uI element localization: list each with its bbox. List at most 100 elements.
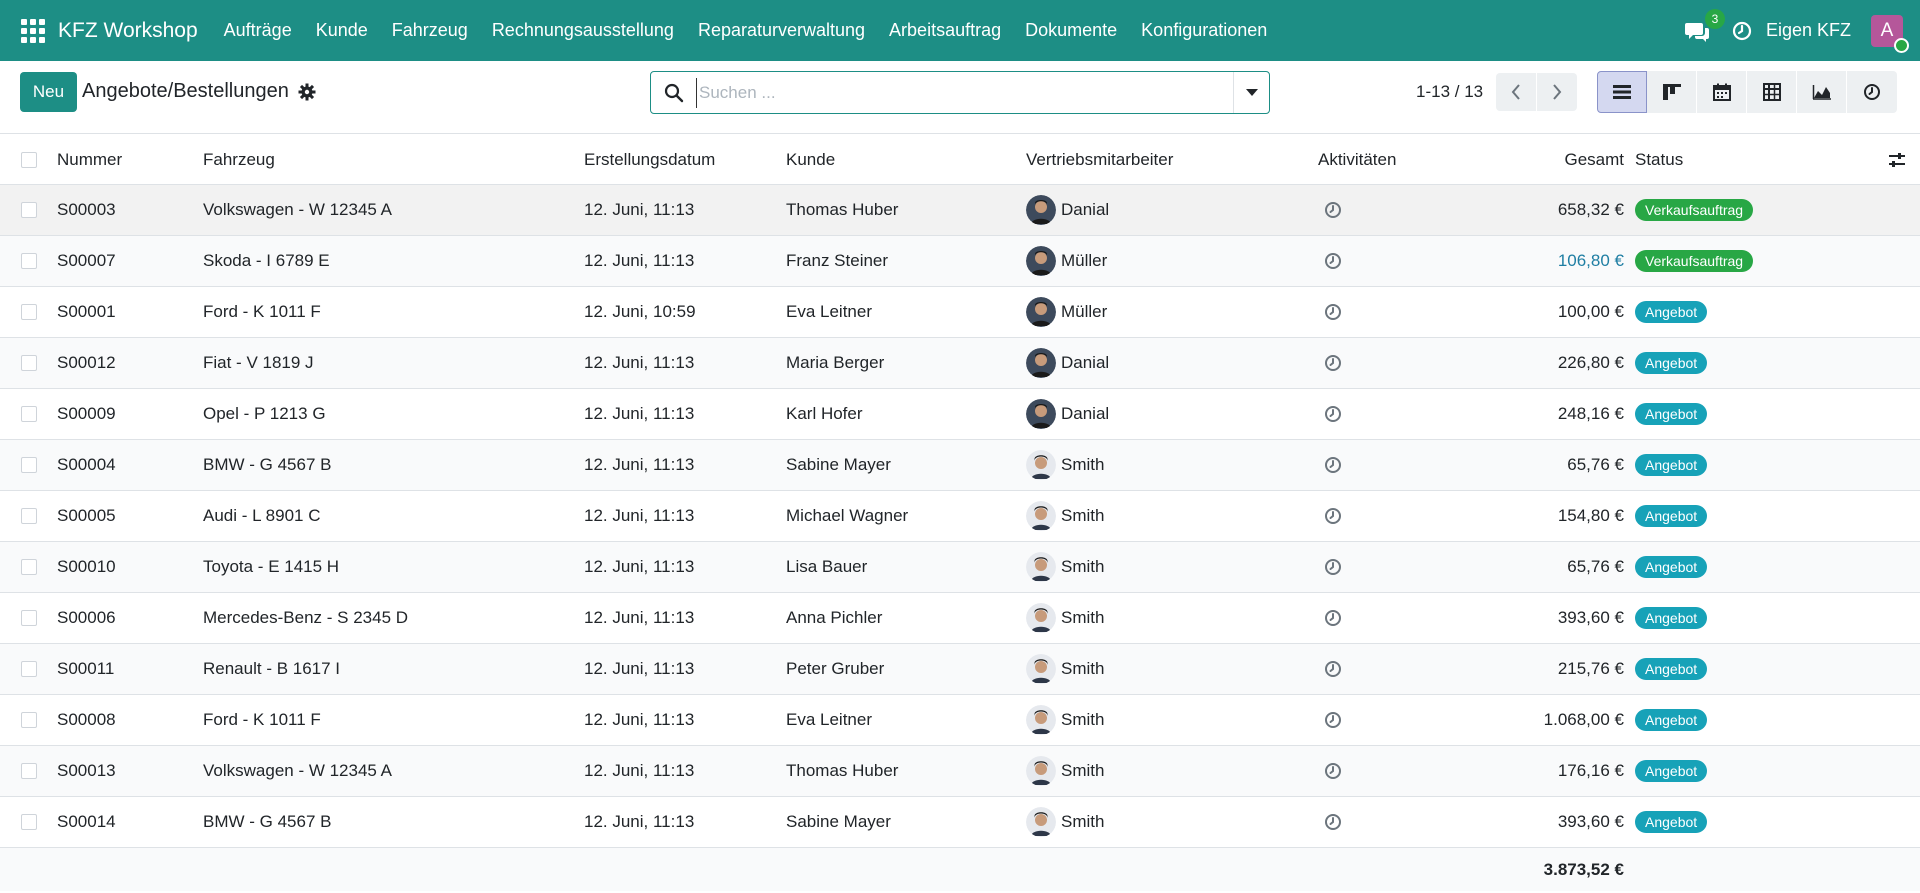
activity-clock-icon[interactable]	[1324, 813, 1342, 831]
optional-columns-toggle[interactable]	[1888, 135, 1906, 184]
salesperson-avatar[interactable]	[1026, 603, 1056, 633]
activity-view-button[interactable]	[1847, 71, 1897, 113]
app-name[interactable]: KFZ Workshop	[58, 19, 198, 43]
gear-icon[interactable]	[298, 83, 316, 101]
menu-item-fahrzeug[interactable]: Fahrzeug	[380, 20, 480, 41]
pivot-view-button[interactable]	[1747, 71, 1797, 113]
list-view-button[interactable]	[1597, 71, 1647, 113]
menu-item-konfigurationen[interactable]: Konfigurationen	[1129, 20, 1279, 41]
order-number: S00006	[57, 608, 116, 627]
col-header-salesperson[interactable]: Vertriebsmitarbeiter	[1026, 135, 1173, 184]
menu-item-kunde[interactable]: Kunde	[304, 20, 380, 41]
salesperson: Danial	[1026, 338, 1109, 388]
status-badge: Verkaufsauftrag	[1635, 250, 1754, 272]
activity-clock-icon[interactable]	[1324, 405, 1342, 423]
col-header-status[interactable]: Status	[1635, 135, 1683, 184]
table-row[interactable]: S00003 Volkswagen - W 12345 A 12. Juni, 11…	[0, 185, 1920, 236]
status-badge: Angebot	[1635, 301, 1708, 323]
apps-menu-icon[interactable]	[21, 18, 45, 43]
salesperson-avatar[interactable]	[1026, 297, 1056, 327]
col-header-customer[interactable]: Kunde	[786, 135, 835, 184]
table-row[interactable]: S00011 Renault - B 1617 I 12. Juni, 11:13 P…	[0, 644, 1920, 695]
row-checkbox[interactable]	[21, 712, 37, 728]
kanban-view-button[interactable]	[1647, 71, 1697, 113]
salesperson-avatar[interactable]	[1026, 348, 1056, 378]
menu-item-reparaturverwaltung[interactable]: Reparaturverwaltung	[686, 20, 877, 41]
salesperson-avatar[interactable]	[1026, 807, 1056, 837]
customer: Anna Pichler	[786, 608, 883, 627]
menu-item-auftraege[interactable]: Aufträge	[212, 20, 304, 41]
salesperson-avatar[interactable]	[1026, 246, 1056, 276]
salesperson-name: Smith	[1061, 710, 1105, 729]
activity-clock-icon[interactable]	[1324, 711, 1342, 729]
activity-clock-icon[interactable]	[1324, 507, 1342, 525]
col-header-total[interactable]: Gesamt	[1564, 135, 1624, 184]
activity-clock-icon[interactable]	[1324, 252, 1342, 270]
calendar-view-button[interactable]	[1697, 71, 1747, 113]
table-row[interactable]: S00014 BMW - G 4567 B 12. Juni, 11:13 Sabin…	[0, 797, 1920, 848]
chat-icon[interactable]: 3	[1684, 8, 1725, 46]
table-row[interactable]: S00008 Ford - K 1011 F 12. Juni, 11:13 Eva …	[0, 695, 1920, 746]
table-row[interactable]: S00006 Mercedes-Benz - S 2345 D 12. Juni, …	[0, 593, 1920, 644]
table-row[interactable]: S00010 Toyota - E 1415 H 12. Juni, 11:13 Li…	[0, 542, 1920, 593]
table-row[interactable]: S00013 Volkswagen - W 12345 A 12. Juni, 11…	[0, 746, 1920, 797]
table-row[interactable]: S00005 Audi - L 8901 C 12. Juni, 11:13 Mich…	[0, 491, 1920, 542]
user-avatar[interactable]: A	[1871, 14, 1909, 53]
menu-item-rechnungsausstellung[interactable]: Rechnungsausstellung	[480, 20, 686, 41]
customer: Michael Wagner	[786, 506, 909, 525]
col-header-date[interactable]: Erstellungsdatum	[584, 135, 715, 184]
col-header-vehicle[interactable]: Fahrzeug	[203, 135, 275, 184]
activity-clock-icon[interactable]	[1324, 609, 1342, 627]
menu-item-dokumente[interactable]: Dokumente	[1013, 20, 1129, 41]
table-row[interactable]: S00007 Skoda - I 6789 E 12. Juni, 11:13 Fra…	[0, 236, 1920, 287]
search-options-toggle[interactable]	[1233, 72, 1269, 113]
row-checkbox[interactable]	[21, 610, 37, 626]
row-checkbox[interactable]	[21, 406, 37, 422]
row-checkbox[interactable]	[21, 661, 37, 677]
row-checkbox[interactable]	[21, 508, 37, 524]
menu-item-arbeitsauftrag[interactable]: Arbeitsauftrag	[877, 20, 1013, 41]
activity-clock-icon[interactable]	[1732, 21, 1752, 41]
row-checkbox[interactable]	[21, 559, 37, 575]
activity-clock-icon[interactable]	[1324, 303, 1342, 321]
salesperson: Danial	[1026, 389, 1109, 439]
salesperson-name: Smith	[1061, 812, 1105, 831]
company-switcher[interactable]: Eigen KFZ	[1766, 20, 1851, 41]
pager-next-button[interactable]	[1537, 73, 1577, 111]
salesperson-avatar[interactable]	[1026, 501, 1056, 531]
salesperson-avatar[interactable]	[1026, 756, 1056, 786]
row-checkbox[interactable]	[21, 253, 37, 269]
salesperson-avatar[interactable]	[1026, 654, 1056, 684]
row-checkbox[interactable]	[21, 355, 37, 371]
salesperson-avatar[interactable]	[1026, 450, 1056, 480]
row-checkbox[interactable]	[21, 304, 37, 320]
row-checkbox[interactable]	[21, 814, 37, 830]
table-row[interactable]: S00004 BMW - G 4567 B 12. Juni, 11:13 Sabin…	[0, 440, 1920, 491]
activity-clock-icon[interactable]	[1324, 456, 1342, 474]
search-input[interactable]	[696, 77, 1226, 108]
col-header-activities[interactable]: Aktivitäten	[1318, 135, 1396, 184]
activity-clock-icon[interactable]	[1324, 558, 1342, 576]
col-header-number[interactable]: Nummer	[57, 135, 122, 184]
new-button[interactable]: Neu	[20, 72, 77, 112]
salesperson-avatar[interactable]	[1026, 399, 1056, 429]
graph-view-button[interactable]	[1797, 71, 1847, 113]
activity-clock-icon[interactable]	[1324, 660, 1342, 678]
pager-value[interactable]: 1-13 / 13	[1416, 82, 1483, 102]
activity-clock-icon[interactable]	[1324, 201, 1342, 219]
salesperson-avatar[interactable]	[1026, 705, 1056, 735]
row-checkbox[interactable]	[21, 763, 37, 779]
activity-clock-icon[interactable]	[1324, 354, 1342, 372]
status-badge: Angebot	[1635, 403, 1708, 425]
table-row[interactable]: S00001 Ford - K 1011 F 12. Juni, 10:59 Eva …	[0, 287, 1920, 338]
pager-previous-button[interactable]	[1496, 73, 1536, 111]
table-row[interactable]: S00009 Opel - P 1213 G 12. Juni, 11:13 Karl…	[0, 389, 1920, 440]
activity-clock-icon[interactable]	[1324, 762, 1342, 780]
row-checkbox[interactable]	[21, 202, 37, 218]
salesperson: Smith	[1026, 746, 1104, 796]
table-row[interactable]: S00012 Fiat - V 1819 J 12. Juni, 11:13 Mari…	[0, 338, 1920, 389]
salesperson-avatar[interactable]	[1026, 195, 1056, 225]
row-checkbox[interactable]	[21, 457, 37, 473]
salesperson-avatar[interactable]	[1026, 552, 1056, 582]
select-all-checkbox[interactable]	[21, 151, 37, 168]
